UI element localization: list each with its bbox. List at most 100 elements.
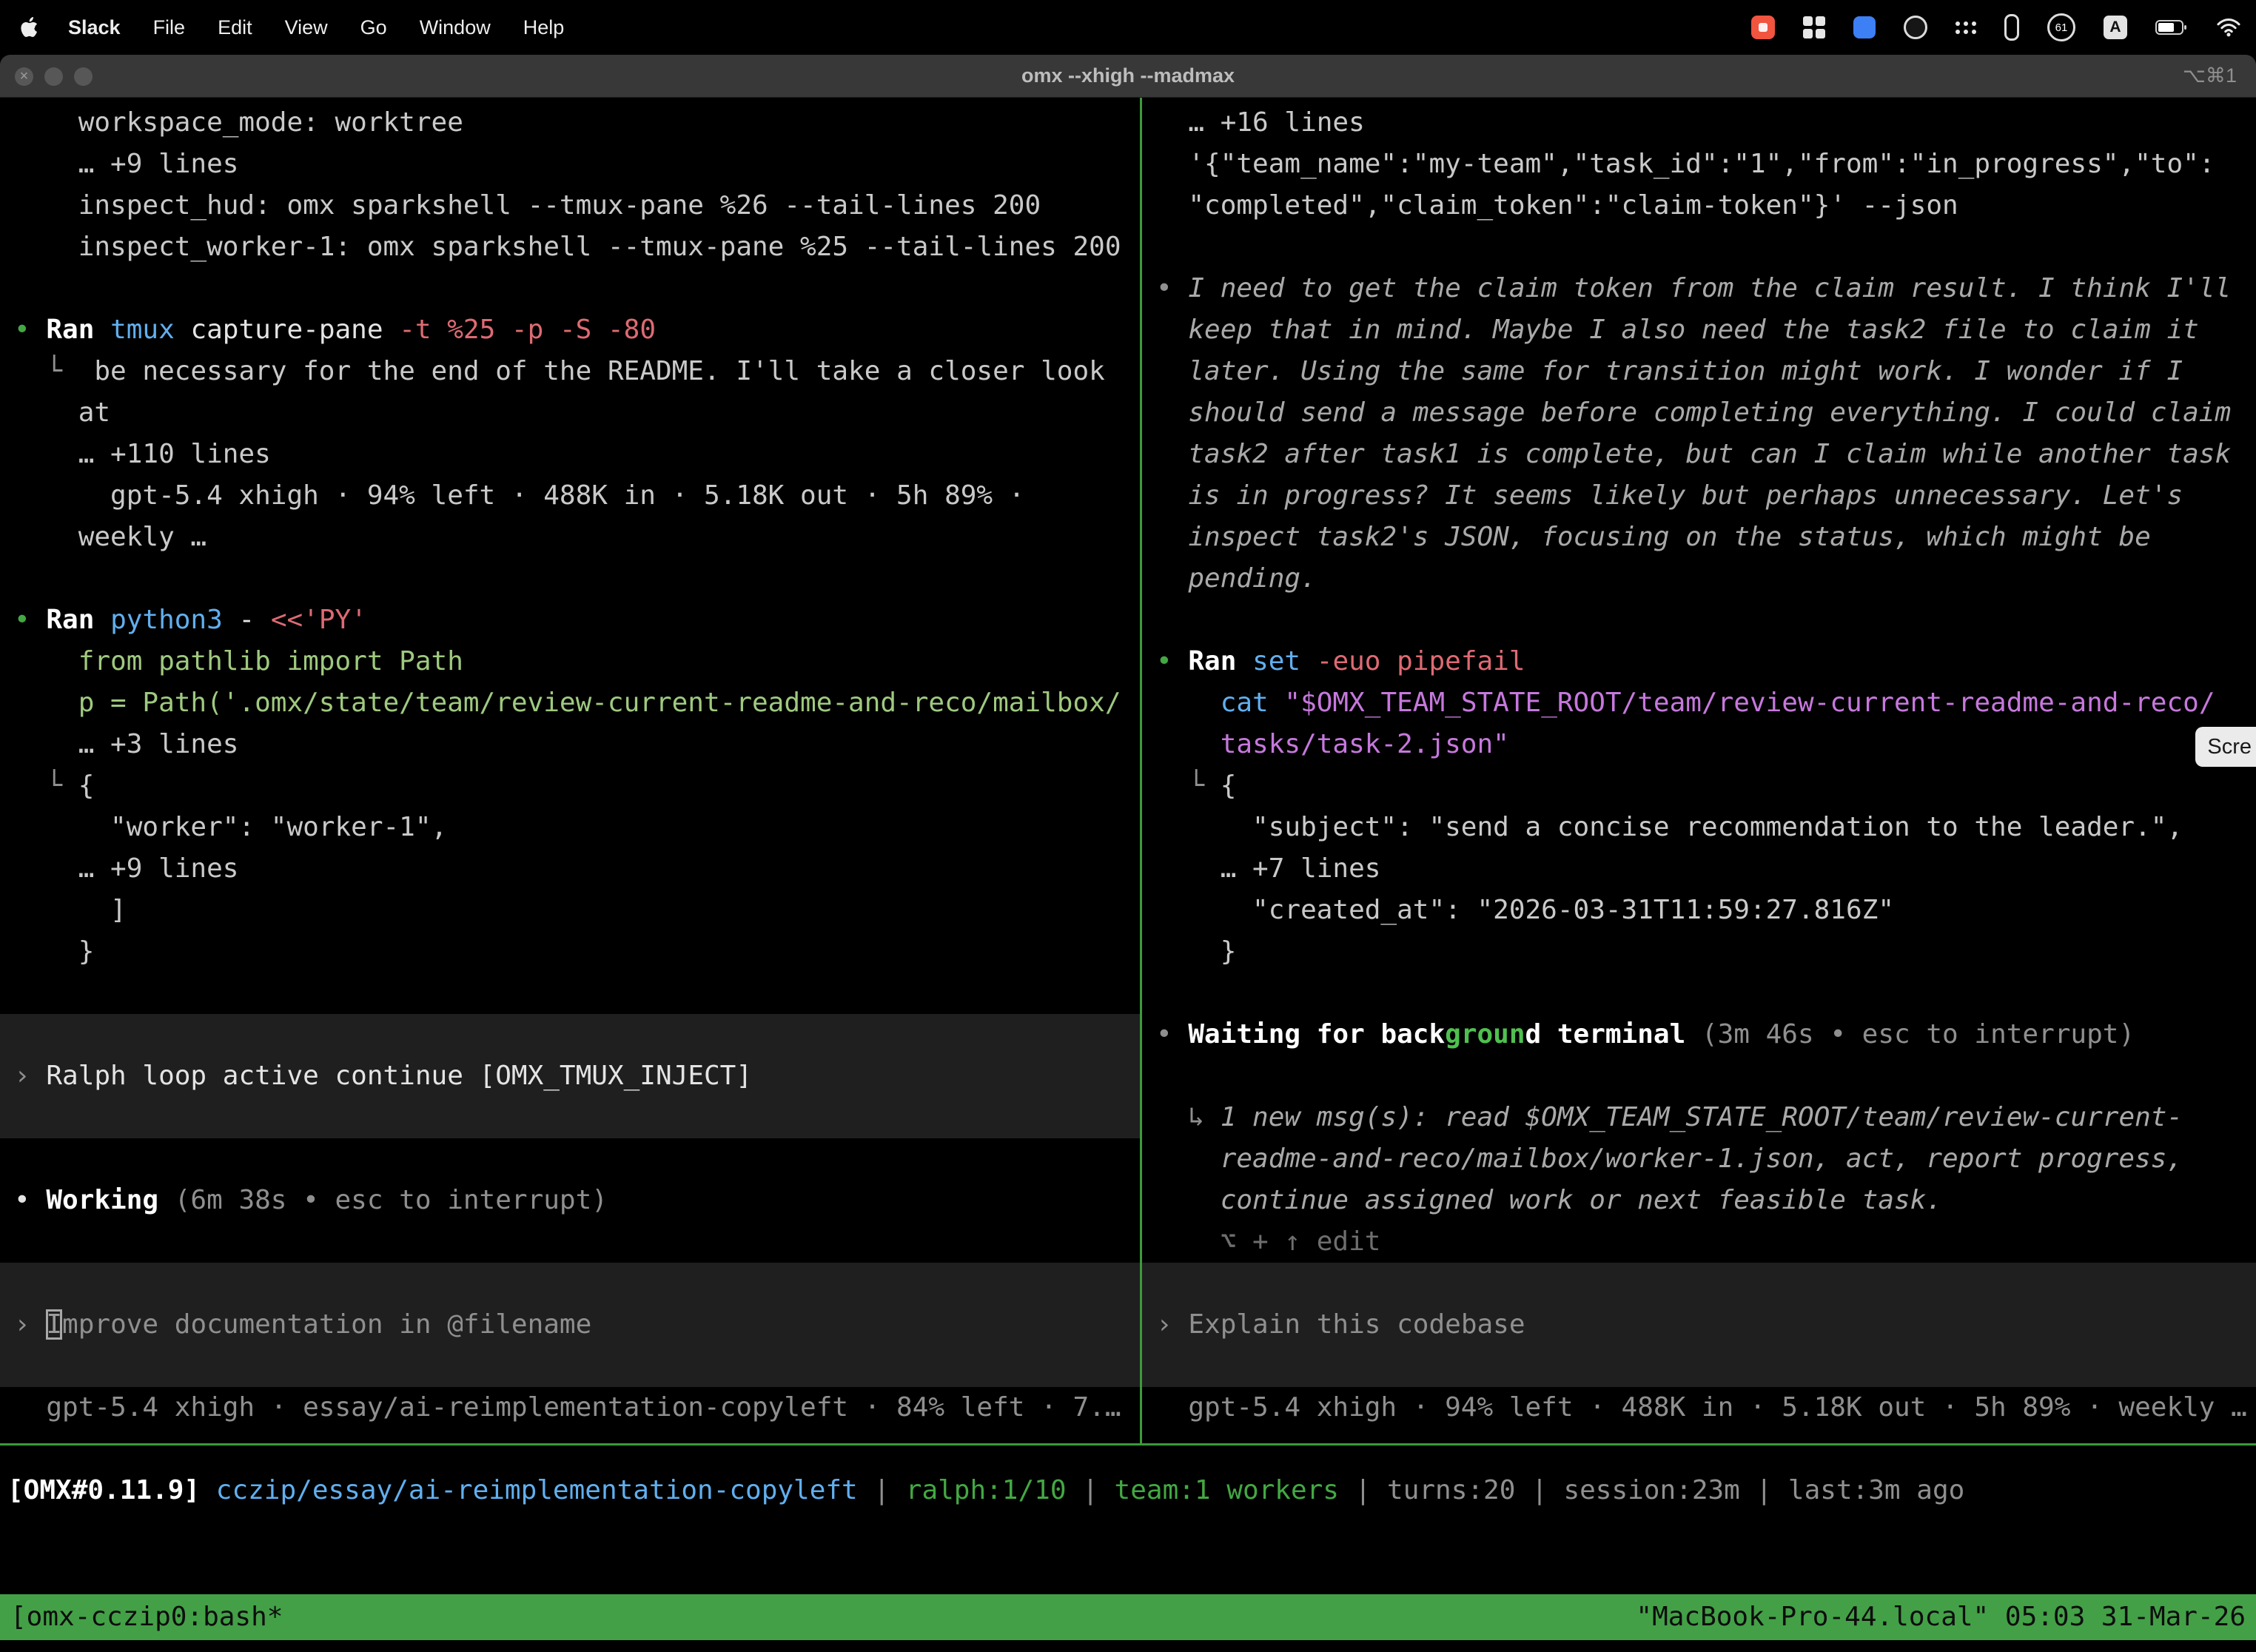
command-line: • Ran set -euo pipefail: [1156, 641, 2256, 682]
dots-grid-icon[interactable]: [1955, 21, 1976, 34]
close-button[interactable]: ×: [15, 67, 33, 86]
waiting-status-line: • Waiting for background terminal (3m 46…: [1156, 1014, 2256, 1055]
command-line: • Ran tmux capture-pane -t %25 -p -S -80: [14, 309, 1140, 351]
terminal-line: "subject": "send a concise recommendatio…: [1156, 807, 2256, 848]
terminal-line: should send a message before completing …: [1156, 392, 2256, 434]
terminal-line: '{"team_name":"my-team","task_id":"1","f…: [1156, 144, 2256, 185]
terminal-line: from pathlib import Path: [14, 641, 1140, 682]
working-status-line: • Working (6m 38s • esc to interrupt): [14, 1180, 1140, 1221]
terminal-line: readme-and-reco/mailbox/worker-1.json, a…: [1156, 1138, 2256, 1180]
terminal-line: workspace_mode: worktree: [14, 102, 1140, 144]
apple-logo-icon: [19, 16, 38, 38]
terminal-line: └ {: [14, 765, 1140, 807]
window-title: omx --xhigh --madmax: [1021, 64, 1235, 87]
terminal-line: }: [14, 931, 1140, 973]
terminal-line: "completed","claim_token":"claim-token"}…: [1156, 185, 2256, 226]
terminal-line: at: [14, 392, 1140, 434]
menu-app-name[interactable]: Slack: [68, 16, 121, 39]
circle-app-icon[interactable]: [1904, 16, 1927, 39]
terminal-line: [0, 1346, 1140, 1387]
terminal-line: [14, 1138, 1140, 1180]
terminal-line: [1156, 226, 2256, 268]
ralph-status-line: › Ralph loop active continue [OMX_TMUX_I…: [0, 1055, 1140, 1097]
terminal-line: weekly …: [14, 517, 1140, 558]
terminal-line: [1142, 1346, 2256, 1387]
terminal-line: continue assigned work or next feasible …: [1156, 1180, 2256, 1221]
menu-view[interactable]: View: [285, 16, 328, 39]
terminal-line: … +3 lines: [14, 724, 1140, 765]
thinking-line: • I need to get the claim token from the…: [1156, 268, 2256, 309]
zoom-button[interactable]: [74, 67, 93, 86]
omx-hud-pane[interactable]: [OMX#0.11.9] cczip/essay/ai-reimplementa…: [0, 1446, 2256, 1594]
pill-icon[interactable]: [2004, 14, 2019, 41]
terminal-line: … +9 lines: [14, 848, 1140, 890]
battery-icon[interactable]: [2155, 19, 2188, 36]
terminal-line: ↳ 1 new msg(s): read $OMX_TEAM_STATE_ROO…: [1156, 1097, 2256, 1138]
terminal-line: later. Using the same for transition mig…: [1156, 351, 2256, 392]
terminal-line: inspect task2's JSON, focusing on the st…: [1156, 517, 2256, 558]
pane-status-line: gpt-5.4 xhigh · essay/ai-reimplementatio…: [14, 1387, 1140, 1428]
terminal-line: }: [1156, 931, 2256, 973]
prompt-input-line: › Improve documentation in @filename: [0, 1304, 1140, 1346]
apple-menu-icon[interactable]: [19, 16, 38, 38]
menu-window[interactable]: Window: [420, 16, 491, 39]
terminal-line: tasks/task-2.json": [1156, 724, 2256, 765]
terminal-line: [14, 558, 1140, 600]
terminal-line: [1142, 1263, 2256, 1304]
terminal-line: ⌥ + ↑ edit: [1156, 1221, 2256, 1263]
window-grid-icon[interactable]: [1803, 16, 1825, 38]
menu-go[interactable]: Go: [360, 16, 387, 39]
terminal-line: … +16 lines: [1156, 102, 2256, 144]
command-line: • Ran python3 - <<'PY': [14, 600, 1140, 641]
terminal-line: [0, 1014, 1140, 1055]
tmux-status-bar: [omx-cczip0:bash* "MacBook-Pro-44.local"…: [0, 1594, 2256, 1640]
blue-app-icon[interactable]: [1853, 16, 1876, 38]
terminal: workspace_mode: worktree … +9 lines insp…: [0, 98, 2256, 1652]
terminal-line: keep that in mind. Maybe I also need the…: [1156, 309, 2256, 351]
omx-hud-status-line: [OMX#0.11.9] cczip/essay/ai-reimplementa…: [7, 1470, 2256, 1511]
tmux-pane-left[interactable]: workspace_mode: worktree … +9 lines insp…: [0, 98, 1140, 1443]
battery-percent-circle-icon[interactable]: 61: [2047, 13, 2075, 41]
terminal-line: … +110 lines: [14, 434, 1140, 475]
window-shortcut-label: ⌥⌘1: [2183, 64, 2237, 87]
minimize-button[interactable]: [44, 67, 63, 86]
terminal-line: cat "$OMX_TEAM_STATE_ROOT/team/review-cu…: [1156, 682, 2256, 724]
terminal-line: ]: [14, 890, 1140, 931]
menu-file[interactable]: File: [153, 16, 186, 39]
terminal-line: inspect_hud: omx sparkshell --tmux-pane …: [14, 185, 1140, 226]
screen-recording-indicator-icon[interactable]: [1751, 16, 1775, 39]
terminal-line: └ be necessary for the end of the README…: [14, 351, 1140, 392]
terminal-line: [14, 268, 1140, 309]
terminal-line: inspect_worker-1: omx sparkshell --tmux-…: [14, 226, 1140, 268]
menu-edit[interactable]: Edit: [218, 16, 252, 39]
terminal-line: "created_at": "2026-03-31T11:59:27.816Z": [1156, 890, 2256, 931]
prompt-suggestion-line: › Explain this codebase: [1142, 1304, 2256, 1346]
terminal-line: [1156, 600, 2256, 641]
terminal-line: p = Path('.omx/state/team/review-current…: [14, 682, 1140, 724]
terminal-line: └ {: [1156, 765, 2256, 807]
terminal-line: … +9 lines: [14, 144, 1140, 185]
terminal-line: pending.: [1156, 558, 2256, 600]
terminal-line: [0, 1263, 1140, 1304]
wifi-icon[interactable]: [2216, 17, 2241, 38]
tmux-pane-right[interactable]: … +16 lines '{"team_name":"my-team","tas…: [1142, 98, 2256, 1443]
terminal-line: "worker": "worker-1",: [14, 807, 1140, 848]
terminal-line: [1156, 1055, 2256, 1097]
terminal-line: [14, 973, 1140, 1014]
terminal-line: … +7 lines: [1156, 848, 2256, 890]
pane-status-line: gpt-5.4 xhigh · 94% left · 488K in · 5.1…: [1156, 1387, 2256, 1428]
menu-bar: Slack File Edit View Go Window Help 61 A: [0, 0, 2256, 55]
menu-help[interactable]: Help: [523, 16, 565, 39]
terminal-line: task2 after task1 is complete, but can I…: [1156, 434, 2256, 475]
terminal-line: [1156, 973, 2256, 1014]
status-icons: 61 A: [1751, 13, 2241, 41]
terminal-line: [0, 1097, 1140, 1138]
notification-overlay[interactable]: Scre: [2195, 727, 2256, 767]
tmux-host-clock-label: "MacBook-Pro-44.local" 05:03 31-Mar-26: [1636, 1594, 2246, 1640]
screen: Slack File Edit View Go Window Help 61 A: [0, 0, 2256, 1652]
terminal-line: [14, 1221, 1140, 1263]
window-title-bar: × omx --xhigh --madmax ⌥⌘1: [0, 55, 2256, 98]
input-source-icon[interactable]: A: [2104, 16, 2127, 39]
traffic-lights: ×: [15, 55, 93, 98]
terminal-line: gpt-5.4 xhigh · 94% left · 488K in · 5.1…: [14, 475, 1140, 517]
